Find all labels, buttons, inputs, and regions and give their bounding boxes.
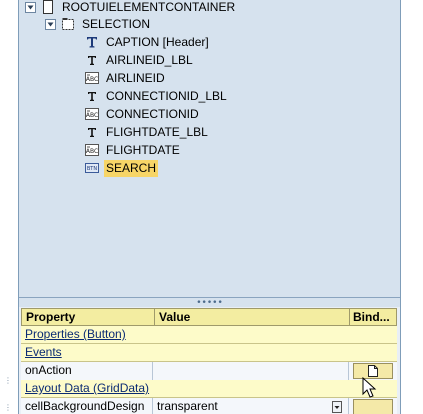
property-row-cellbackgrounddesign: cellBackgroundDesign transparent <box>21 398 397 414</box>
tree-node-label: SELECTION <box>82 16 151 31</box>
property-row-onaction: onAction <box>21 362 397 380</box>
view-designer-panel: ROOTUIELEMENTCONTAINER SELECTION CAPTION… <box>18 0 401 414</box>
property-value[interactable] <box>153 362 349 380</box>
label-icon <box>85 125 99 139</box>
row-grip-icon: ⋮ <box>4 403 12 412</box>
property-name: cellBackgroundDesign <box>21 398 153 414</box>
svg-text:ABC: ABC <box>86 112 98 119</box>
tree-node-label: ROOTUIELEMENTCONTAINER <box>62 0 236 14</box>
property-name: onAction <box>21 362 153 380</box>
svg-text:ABC: ABC <box>86 76 98 83</box>
tree-node-airlineid[interactable]: ABC AIRLINEID <box>85 69 167 87</box>
container-icon <box>41 0 55 14</box>
tree-node-label: CONNECTIONID_LBL <box>106 88 227 103</box>
properties-panel: Property Value Bind... Properties (Butto… <box>19 307 400 414</box>
column-header-value[interactable]: Value <box>154 308 350 326</box>
label-icon <box>85 89 99 103</box>
svg-text:ABC: ABC <box>86 148 98 155</box>
tree-node-airlineid-lbl[interactable]: AIRLINEID_LBL <box>85 51 195 69</box>
input-field-icon: ABC <box>85 143 99 157</box>
svg-text:BTN: BTN <box>87 166 97 172</box>
dropdown-value: transparent <box>157 399 218 413</box>
property-value-dropdown[interactable]: transparent <box>153 398 349 414</box>
tree-node-flightdate[interactable]: ABC FLIGHTDATE <box>85 141 182 159</box>
expand-toggle-icon[interactable] <box>45 18 56 30</box>
tree-node-label: AIRLINEID_LBL <box>106 52 193 67</box>
group-icon <box>61 17 75 31</box>
tree-node-rootuielementcontainer[interactable]: ROOTUIELEMENTCONTAINER <box>25 0 237 16</box>
section-link-layout-data[interactable]: Layout Data (GridData) <box>25 381 149 396</box>
tree-node-label: SEARCH <box>104 159 159 177</box>
tree-node-label: FLIGHTDATE_LBL <box>106 124 208 139</box>
tree-node-search[interactable]: BTN SEARCH <box>85 159 159 177</box>
button-icon: BTN <box>85 161 99 175</box>
binding-button[interactable] <box>353 399 393 414</box>
tree-node-label: CONNECTIONID <box>106 106 199 121</box>
mouse-pointer-icon <box>362 377 377 398</box>
tree-node-label: FLIGHTDATE <box>106 142 180 157</box>
binding-cell <box>349 398 397 414</box>
label-icon <box>85 53 99 67</box>
tree-node-flightdate-lbl[interactable]: FLIGHTDATE_LBL <box>85 123 210 141</box>
tree-node-label: AIRLINEID <box>106 70 165 85</box>
new-document-icon <box>368 365 378 377</box>
ui-element-hierarchy-tree: ROOTUIELEMENTCONTAINER SELECTION CAPTION… <box>19 0 400 298</box>
input-field-icon: ABC <box>85 71 99 85</box>
panel-splitter[interactable]: ••••• <box>19 298 400 308</box>
input-field-icon: ABC <box>85 107 99 121</box>
column-header-property[interactable]: Property <box>21 308 155 326</box>
column-header-binding[interactable]: Bind... <box>349 308 397 326</box>
tree-node-connectionid[interactable]: ABC CONNECTIONID <box>85 105 201 123</box>
section-link-events[interactable]: Events <box>25 345 62 360</box>
expand-toggle-icon[interactable] <box>25 1 36 13</box>
section-row-properties: Properties (Button) <box>21 326 397 344</box>
section-link-properties-button[interactable]: Properties (Button) <box>25 327 126 342</box>
tree-node-label: CAPTION [Header] <box>106 34 209 49</box>
text-view-icon <box>85 35 99 49</box>
tree-node-selection[interactable]: SELECTION <box>45 15 152 33</box>
tree-node-connectionid-lbl[interactable]: CONNECTIONID_LBL <box>85 87 229 105</box>
dropdown-icon[interactable] <box>332 401 342 413</box>
section-row-events: Events <box>21 344 397 362</box>
section-row-layout-data: Layout Data (GridData) <box>21 380 397 398</box>
row-grip-icon: ⋮ <box>4 376 12 385</box>
splitter-grip-icon: ••••• <box>196 298 223 308</box>
tree-node-caption[interactable]: CAPTION [Header] <box>85 33 211 51</box>
